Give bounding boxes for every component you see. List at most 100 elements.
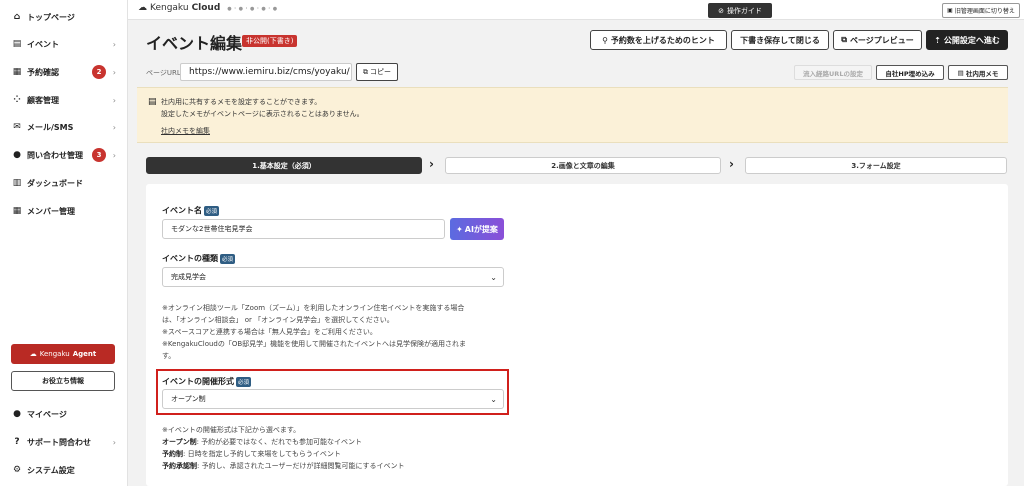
event-name-label: イベント名 必須 [162,205,220,216]
calendar-icon: ▦ [12,66,22,77]
ai-suggest-button[interactable]: ✦ AIが提案 [450,218,504,240]
edit-memo-link[interactable]: 社内メモを編集 [161,126,210,136]
page-title: イベント編集 [146,34,243,53]
gear-icon: ⚙ [12,464,22,475]
format-reserve-label: 予約制 [162,450,183,458]
event-name-label-text: イベント名 [162,206,202,215]
required-tag: 必須 [236,376,252,387]
step-basic-settings[interactable]: 1.基本設定（必須） [146,157,422,174]
sidebar-item-mail[interactable]: ✉ メール/SMS › [12,120,120,134]
memo-button-label: 社内用メモ [965,69,999,78]
ai-button-label: AIが提案 [464,224,498,234]
help-icon: ? [14,436,20,447]
useful-info-button[interactable]: お役立ち情報 [11,371,115,391]
next-button-label: 公開設定へ進む [943,35,1000,45]
notification-badge: 3 [92,148,106,162]
switch-old-admin-button[interactable]: ▣ 旧管理画面に切り替え [942,3,1020,18]
kengaku-cloud-logo[interactable]: ☁ Kengaku Cloud ●・●・●・●・● [138,3,278,13]
sidebar-item-top[interactable]: ⌂ トップページ [12,10,120,24]
step-form-settings[interactable]: 3.フォーム設定 [745,157,1007,174]
sidebar-item-label: ダッシュボード [27,178,83,188]
internal-memo-notice: ▤ 社内用に共有するメモを設定することができます。 設定したメモがイベントページ… [137,87,1008,143]
event-format-label-text: イベントの開催形式 [162,377,234,386]
sidebar-item-reservations[interactable]: ▦ 予約確認 2 › [12,65,120,79]
sidebar-item-settings[interactable]: ⚙ システム設定 [12,463,120,477]
sidebar-item-label: トップページ [27,12,75,22]
save-draft-close-button[interactable]: 下書き保存して閉じる [731,30,829,50]
cloud-icon: ☁ [29,350,37,358]
kengaku-agent-button[interactable]: ☁ Kengaku Agent [11,344,115,364]
reservation-hint-button[interactable]: ⚲ 予約数を上げるためのヒント [590,30,727,50]
memo-line-2: 設定したメモがイベントページに表示されることはありません。 [161,110,364,118]
sparkle-icon: ✦ [456,224,463,234]
sidebar: ⌂ トップページ ▤ イベント › ▦ 予約確認 2 › ⁘ 顧客管理 › ✉ … [0,0,128,486]
required-tag: 必須 [204,205,220,216]
event-format-label: イベントの開催形式 必須 [162,376,252,387]
sidebar-item-label: メール/SMS [27,122,74,132]
sidebar-item-inquiries[interactable]: ● 問い合わせ管理 3 › [12,148,120,162]
document-icon: ▤ [12,38,22,49]
inflow-url-settings-button[interactable]: 流入経路URLの設定 [794,65,872,80]
people-icon: ⁘ [13,94,21,105]
note-icon: ▤ [957,68,964,77]
sidebar-item-label: サポート問合わせ [27,437,91,447]
event-type-label-text: イベントの種類 [162,254,218,263]
event-type-value: 完成見学会 [171,273,206,281]
type-note-line: は、「オンライン相談会」 or 「オンライン見学会」を選択してください。 [162,316,394,324]
format-note-reserve: 予約制: 日時を指定し予約して来場をしてもらうイベント [162,449,341,459]
chevron-right-icon: › [112,437,116,447]
guide-button-label: 操作ガイド [726,6,762,15]
copy-icon: ⧉ [363,67,368,76]
type-note-line: す。 [162,352,176,360]
hint-button-label: 予約数を上げるためのヒント [610,35,715,45]
top-bar: ☁ Kengaku Cloud ●・●・●・●・● ⊘ 操作ガイド ▣ 旧管理画面… [128,0,1024,20]
internal-memo-button[interactable]: ▤ 社内用メモ [948,65,1008,80]
event-format-select[interactable]: オープン制 ⌄ [162,389,504,409]
operation-guide-button[interactable]: ⊘ 操作ガイド [708,3,772,18]
format-note-open: オープン制: 予約が必要ではなく、だれでも参加可能なイベント [162,437,362,447]
chevron-right-icon: › [112,150,116,160]
format-open-label: オープン制 [162,438,197,446]
type-note-line: ※オンライン相談ツール「Zoom（ズーム）」を利用したオンライン住宅イベントを実… [162,304,465,312]
event-type-select[interactable]: 完成見学会 ⌄ [162,267,504,287]
format-note-intro: ※イベントの開催形式は下記から選べます。 [162,426,301,434]
format-reserve-text: : 日時を指定し予約して来場をしてもらうイベント [183,450,341,458]
page-url-label: ページURL [146,69,181,77]
memo-line-1: 社内用に共有するメモを設定することができます。 [161,98,322,106]
sidebar-item-label: マイページ [27,409,67,419]
upload-icon: ⇡ [934,35,941,45]
note-icon: ▤ [148,97,157,107]
sidebar-item-dashboard[interactable]: ▥ ダッシュボード [12,176,120,190]
chevron-down-icon: ⌄ [490,272,497,282]
pin-icon: ⚲ [602,35,608,45]
page-url-field[interactable]: https://www.iemiru.biz/cms/yoyaku/ [180,63,352,81]
step-image-text[interactable]: 2.画像と文章の編集 [445,157,721,174]
event-format-value: オープン制 [171,395,206,403]
chevron-right-icon: › [112,122,116,132]
embed-homepage-button[interactable]: 自社HP埋め込み [876,65,944,80]
grid-icon: ▦ [12,205,22,216]
chevron-right-icon: › [112,39,116,49]
type-note-line: ※スペースコアと連携する場合は「無人見学会」をご利用ください。 [162,328,377,336]
sidebar-item-label: イベント [27,39,59,49]
sidebar-item-events[interactable]: ▤ イベント › [12,37,120,51]
sidebar-item-customers[interactable]: ⁘ 顧客管理 › [12,93,120,107]
mail-icon: ✉ [13,121,21,132]
chevron-down-icon: ⌄ [490,394,497,404]
format-approval-label: 予約承認制 [162,462,197,470]
copy-url-button[interactable]: ⧉ コピー [356,63,398,81]
sidebar-item-members[interactable]: ▦ メンバー管理 [12,204,120,218]
cloud-icon: ☁ [138,3,147,13]
sidebar-item-label: 問い合わせ管理 [27,150,83,160]
compass-icon: ⊘ [718,6,724,15]
sidebar-item-mypage[interactable]: ● マイページ [12,407,120,421]
page-preview-button[interactable]: ⧉ ページプレビュー [833,30,922,50]
switch-button-label: 旧管理画面に切り替え [954,8,1015,15]
logo-dots: ●・●・●・●・● [227,5,279,12]
preview-icon: ⧉ [841,35,847,44]
proceed-publish-button[interactable]: ⇡ 公開設定へ進む [926,30,1008,50]
type-note-line: ※KengakuCloudの「OB邸見学」機能を使用して開催されたイベントへは見… [162,340,466,348]
sidebar-item-support[interactable]: ? サポート問合わせ › [12,435,120,449]
event-name-input[interactable]: モダンな2世帯住宅見学会 [162,219,445,239]
chevron-right-icon: › [112,95,116,105]
